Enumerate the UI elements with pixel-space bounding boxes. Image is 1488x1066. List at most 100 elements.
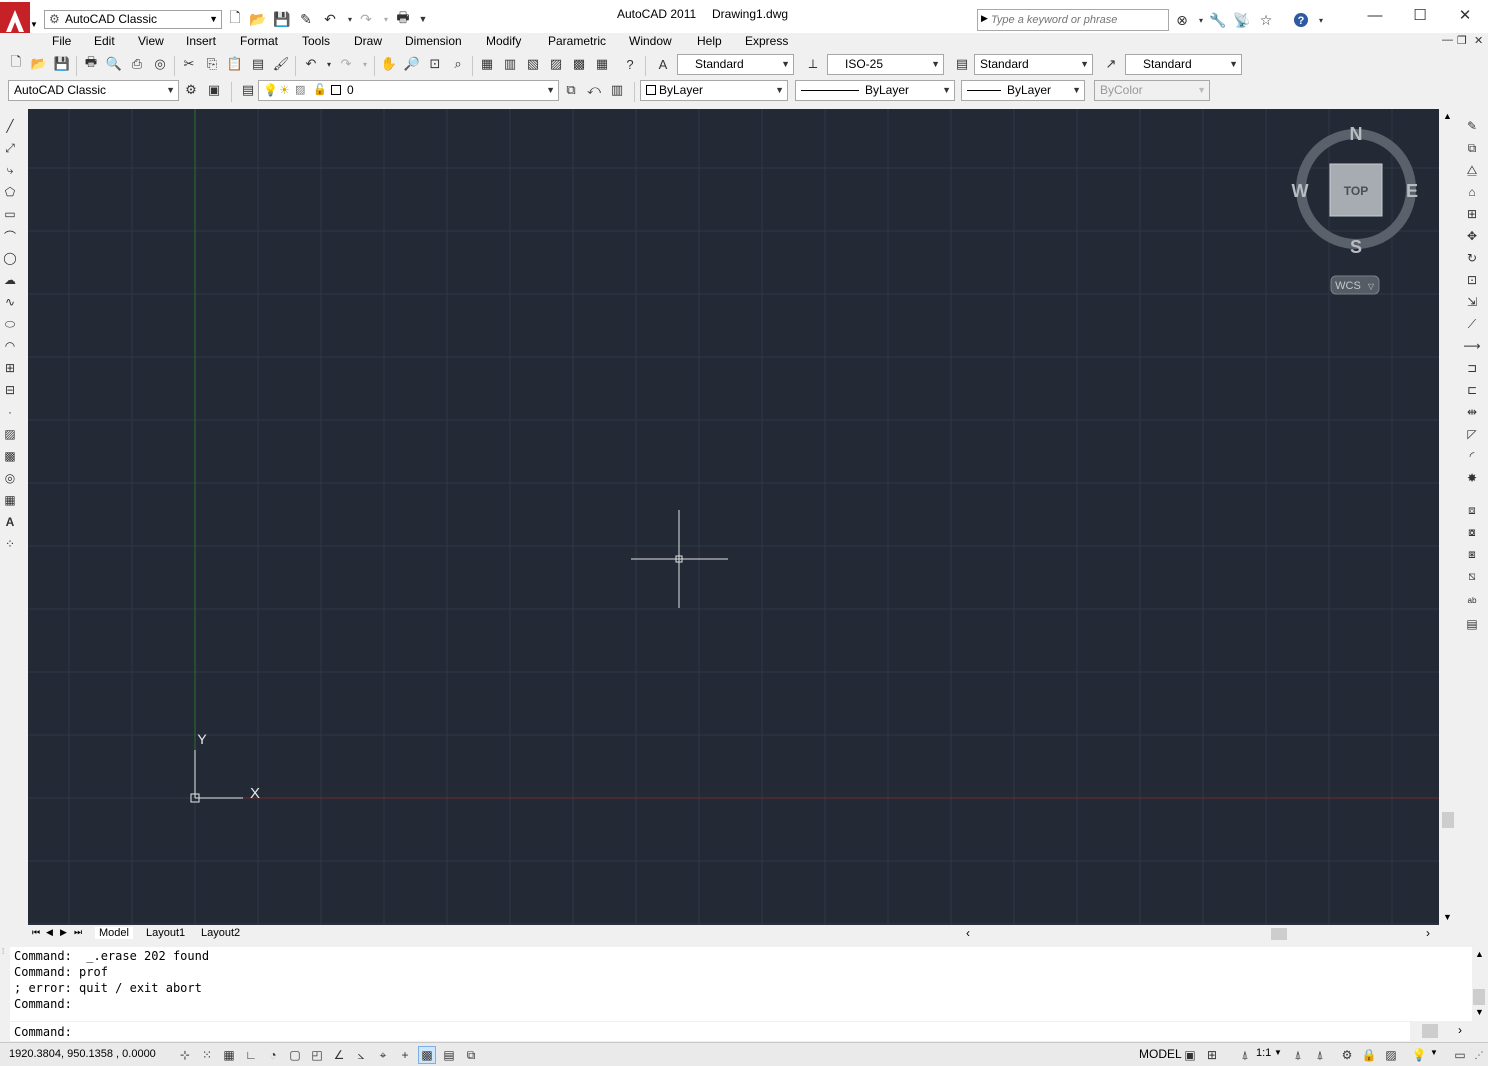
- draw-order-front-icon[interactable]: ⧈: [1464, 501, 1480, 519]
- scroll-up-icon[interactable]: ▲: [1443, 111, 1452, 121]
- layer-select[interactable]: 💡 ☀ ▨ 🔓 0 ▼: [258, 80, 559, 101]
- redo-dropdown-icon[interactable]: ▾: [356, 55, 374, 73]
- text-style-icon[interactable]: A: [654, 55, 672, 73]
- zoom-window-icon[interactable]: ⊡: [426, 55, 444, 73]
- menu-file[interactable]: File: [52, 34, 71, 48]
- viewport-freeze-icon[interactable]: ▨: [295, 81, 305, 100]
- ortho-mode-icon[interactable]: ∟: [242, 1046, 260, 1064]
- doc-close-icon[interactable]: ✕: [1474, 34, 1483, 47]
- tab-model[interactable]: Model: [95, 927, 133, 939]
- annotation-scale-dropdown-icon[interactable]: ▼: [1274, 1048, 1282, 1057]
- move-icon[interactable]: ✥: [1464, 227, 1480, 245]
- fillet-icon[interactable]: ◜: [1464, 447, 1480, 465]
- dynamic-input-icon[interactable]: ⌖: [374, 1046, 392, 1064]
- annotation-scale-value[interactable]: 1:1: [1256, 1047, 1271, 1059]
- save-icon[interactable]: 💾: [272, 9, 292, 29]
- rotate-icon[interactable]: ↻: [1464, 249, 1480, 267]
- menu-parametric[interactable]: Parametric: [548, 34, 606, 48]
- workspace-switching-icon[interactable]: ⚙: [1338, 1046, 1356, 1064]
- vertical-scrollbar[interactable]: ▲ ▼: [1440, 109, 1456, 925]
- subscription-icon[interactable]: 🔧: [1207, 9, 1229, 31]
- menu-edit[interactable]: Edit: [94, 34, 115, 48]
- insert-block-icon[interactable]: ⊞: [2, 359, 18, 377]
- scroll-thumb[interactable]: [1442, 812, 1454, 828]
- menu-draw[interactable]: Draw: [354, 34, 382, 48]
- cut-icon[interactable]: ✂: [180, 55, 198, 73]
- doc-restore-icon[interactable]: ❐: [1457, 34, 1467, 47]
- revision-cloud-icon[interactable]: ☁: [2, 271, 18, 289]
- annotation-visibility-icon[interactable]: ⍋: [1289, 1046, 1307, 1064]
- dim-style-select[interactable]: ISO-25 ▼: [827, 54, 944, 75]
- save-as-icon[interactable]: ✎: [296, 9, 316, 29]
- communication-icon[interactable]: 📡: [1231, 9, 1253, 31]
- scroll-down-icon[interactable]: ▼: [1443, 912, 1452, 922]
- markup-icon[interactable]: ▩: [570, 55, 588, 73]
- break-icon[interactable]: ⊏: [1464, 381, 1480, 399]
- cmd-hscrollbar[interactable]: ›: [1410, 1022, 1472, 1041]
- hatch-icon[interactable]: ▨: [2, 425, 18, 443]
- transparency-icon[interactable]: ▩: [418, 1046, 436, 1064]
- scroll-right-icon[interactable]: ›: [1426, 926, 1430, 940]
- annotation-scale-icon[interactable]: ⍋: [1236, 1046, 1254, 1064]
- lineweight-display-icon[interactable]: +: [396, 1046, 414, 1064]
- circle-icon[interactable]: ◯: [2, 249, 18, 267]
- sun-icon[interactable]: ☀: [279, 81, 290, 100]
- point-icon[interactable]: ·: [2, 403, 18, 421]
- grip-icon[interactable]: ⁞: [2, 947, 4, 956]
- polar-tracking-icon[interactable]: ◔: [264, 1046, 282, 1064]
- polyline-icon[interactable]: ⤷: [2, 161, 18, 179]
- quickcalc-icon[interactable]: ▦: [593, 55, 611, 73]
- rectangle-icon[interactable]: ▭: [2, 205, 18, 223]
- gradient-icon[interactable]: ▩: [2, 447, 18, 465]
- customize-qat-icon[interactable]: ▼: [413, 9, 433, 29]
- compass-west[interactable]: W: [1292, 181, 1309, 201]
- dim-style-icon[interactable]: ⟂: [804, 55, 822, 73]
- app-menu-arrow-icon[interactable]: ▼: [30, 20, 38, 29]
- isolate-objects-icon[interactable]: 💡: [1410, 1046, 1428, 1064]
- redo-icon[interactable]: ↷: [337, 55, 355, 73]
- snap-mode-icon[interactable]: ⁙: [198, 1046, 216, 1064]
- workspace-switch-select[interactable]: AutoCAD Classic ▼: [8, 80, 179, 101]
- command-window-grip[interactable]: ⁞: [0, 947, 10, 1039]
- color-select[interactable]: ByLayer ▼: [640, 80, 788, 101]
- 3d-print-icon[interactable]: ◎: [151, 55, 169, 73]
- match-properties-icon[interactable]: 🖌: [272, 55, 290, 73]
- offset-icon[interactable]: ⌂: [1464, 183, 1480, 201]
- explode-icon[interactable]: ✸: [1464, 469, 1480, 487]
- menu-modify[interactable]: Modify: [486, 34, 521, 48]
- sheet-set-icon[interactable]: ▨: [547, 55, 565, 73]
- plot-icon[interactable]: 🖶: [393, 9, 413, 29]
- lightbulb-icon[interactable]: 💡: [263, 81, 278, 100]
- hscroll-thumb[interactable]: [1271, 928, 1287, 940]
- quick-view-drawings-icon[interactable]: ⊞: [1203, 1046, 1221, 1064]
- menu-dimension[interactable]: Dimension: [405, 34, 462, 48]
- add-selected-icon[interactable]: ⁘: [2, 535, 18, 553]
- hardware-acceleration-icon[interactable]: ▨: [1382, 1046, 1400, 1064]
- make-block-icon[interactable]: ⊟: [2, 381, 18, 399]
- workspace-select[interactable]: ⚙ AutoCAD Classic ▼: [44, 10, 222, 29]
- tool-palettes-icon[interactable]: ▧: [524, 55, 542, 73]
- next-tab-icon[interactable]: ▶: [60, 927, 67, 938]
- tab-layout1[interactable]: Layout1: [146, 927, 185, 939]
- text-above-icon[interactable]: ᵃᵇ: [1464, 593, 1480, 611]
- maximize-icon[interactable]: ☐: [1397, 0, 1443, 30]
- unlock-icon[interactable]: 🔓: [313, 81, 327, 100]
- properties-icon[interactable]: ▦: [478, 55, 496, 73]
- table-icon[interactable]: ▦: [2, 491, 18, 509]
- favorites-star-icon[interactable]: ☆: [1255, 9, 1277, 31]
- object-snap-tracking-icon[interactable]: ∠: [330, 1046, 348, 1064]
- model-space-label[interactable]: MODEL: [1139, 1047, 1182, 1061]
- multiline-text-icon[interactable]: A: [2, 513, 18, 531]
- chamfer-icon[interactable]: ◸: [1464, 425, 1480, 443]
- horizontal-scrollbar[interactable]: ‹ ›: [958, 926, 1438, 942]
- layer-state-icon[interactable]: ▥: [608, 81, 626, 99]
- table-style-icon[interactable]: ▤: [953, 55, 971, 73]
- coordinates-display[interactable]: 1920.3804, 950.1358 , 0.0000: [9, 1048, 156, 1060]
- object-snap-icon[interactable]: ▢: [286, 1046, 304, 1064]
- layer-properties-icon[interactable]: ▤: [239, 81, 257, 99]
- doc-minimize-icon[interactable]: —: [1442, 34, 1453, 46]
- workspace-save-icon[interactable]: ▣: [205, 81, 223, 99]
- cmd-hscroll-right-icon[interactable]: ›: [1458, 1023, 1462, 1037]
- spline-icon[interactable]: ∿: [2, 293, 18, 311]
- linetype-select[interactable]: ByLayer ▼: [795, 80, 955, 101]
